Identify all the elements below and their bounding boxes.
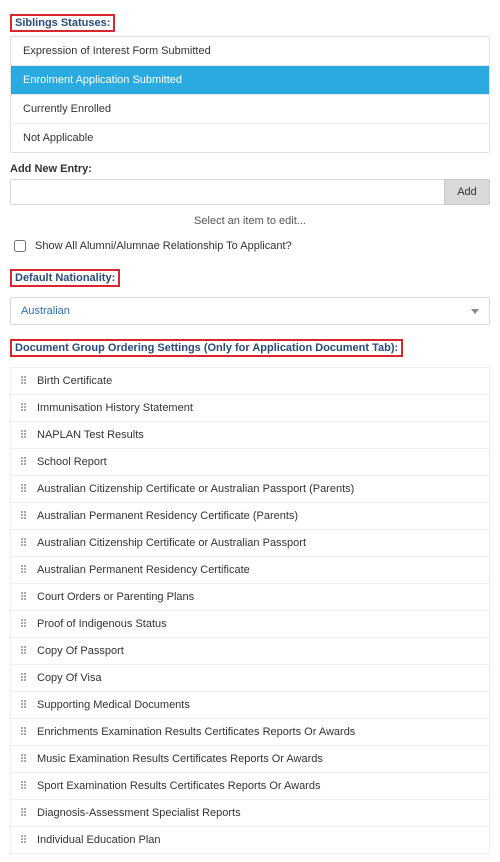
nationality-value: Australian	[21, 305, 70, 317]
document-label: Music Examination Results Certificates R…	[37, 753, 323, 765]
drag-handle-icon[interactable]	[21, 835, 27, 845]
edit-hint: Select an item to edit...	[10, 215, 490, 227]
drag-handle-icon[interactable]	[21, 727, 27, 737]
document-label: Australian Citizenship Certificate or Au…	[37, 537, 306, 549]
document-ordering-heading: Document Group Ordering Settings (Only f…	[10, 339, 403, 357]
drag-handle-icon[interactable]	[21, 592, 27, 602]
document-row[interactable]: Copy Of Visa	[10, 665, 490, 692]
document-label: Proof of Indigenous Status	[37, 618, 167, 630]
siblings-status-list: Expression of Interest Form SubmittedEnr…	[10, 36, 490, 153]
document-label: Sport Examination Results Certificates R…	[37, 780, 320, 792]
drag-handle-icon[interactable]	[21, 646, 27, 656]
drag-handle-icon[interactable]	[21, 376, 27, 386]
alumni-checkbox-label: Show All Alumni/Alumnae Relationship To …	[35, 240, 292, 252]
document-row[interactable]: Supporting Medical Documents	[10, 692, 490, 719]
document-label: Supporting Medical Documents	[37, 699, 190, 711]
document-label: School Report	[37, 456, 107, 468]
document-label: Australian Citizenship Certificate or Au…	[37, 483, 354, 495]
drag-handle-icon[interactable]	[21, 484, 27, 494]
document-row[interactable]: Enrichments Examination Results Certific…	[10, 719, 490, 746]
document-row[interactable]: Australian Permanent Residency Certifica…	[10, 557, 490, 584]
sibling-status-item[interactable]: Enrolment Application Submitted	[11, 66, 489, 95]
document-label: Immunisation History Statement	[37, 402, 193, 414]
alumni-checkbox[interactable]	[14, 240, 26, 252]
drag-handle-icon[interactable]	[21, 565, 27, 575]
document-row[interactable]: NAPLAN Test Results	[10, 422, 490, 449]
add-entry-input[interactable]	[10, 179, 444, 205]
document-label: Australian Permanent Residency Certifica…	[37, 564, 250, 576]
document-row[interactable]: Individual Education Plan	[10, 827, 490, 854]
document-label: Enrichments Examination Results Certific…	[37, 726, 355, 738]
document-row[interactable]: Sport Examination Results Certificates R…	[10, 773, 490, 800]
drag-handle-icon[interactable]	[21, 403, 27, 413]
drag-handle-icon[interactable]	[21, 781, 27, 791]
document-label: Copy Of Visa	[37, 672, 102, 684]
drag-handle-icon[interactable]	[21, 457, 27, 467]
drag-handle-icon[interactable]	[21, 538, 27, 548]
drag-handle-icon[interactable]	[21, 511, 27, 521]
document-row[interactable]: Diagnosis-Assessment Specialist Reports	[10, 800, 490, 827]
document-order-list: Birth Certificate Immunisation History St…	[10, 367, 490, 854]
nationality-select[interactable]: Australian	[10, 297, 490, 325]
drag-handle-icon[interactable]	[21, 808, 27, 818]
document-label: Court Orders or Parenting Plans	[37, 591, 194, 603]
sibling-status-item[interactable]: Expression of Interest Form Submitted	[11, 37, 489, 66]
add-entry-label: Add New Entry:	[10, 163, 490, 175]
drag-handle-icon[interactable]	[21, 700, 27, 710]
add-entry-button[interactable]: Add	[444, 179, 490, 205]
document-row[interactable]: Court Orders or Parenting Plans	[10, 584, 490, 611]
document-row[interactable]: Copy Of Passport	[10, 638, 490, 665]
chevron-down-icon	[471, 309, 479, 314]
sibling-status-item[interactable]: Currently Enrolled	[11, 95, 489, 124]
drag-handle-icon[interactable]	[21, 673, 27, 683]
document-row[interactable]: Australian Citizenship Certificate or Au…	[10, 476, 490, 503]
document-label: Diagnosis-Assessment Specialist Reports	[37, 807, 241, 819]
siblings-statuses-heading: Siblings Statuses:	[10, 14, 115, 32]
document-row[interactable]: School Report	[10, 449, 490, 476]
document-row[interactable]: Birth Certificate	[10, 367, 490, 395]
sibling-status-item[interactable]: Not Applicable	[11, 124, 489, 152]
drag-handle-icon[interactable]	[21, 754, 27, 764]
document-row[interactable]: Music Examination Results Certificates R…	[10, 746, 490, 773]
document-label: NAPLAN Test Results	[37, 429, 144, 441]
document-label: Copy Of Passport	[37, 645, 124, 657]
document-row[interactable]: Australian Citizenship Certificate or Au…	[10, 530, 490, 557]
document-label: Individual Education Plan	[37, 834, 161, 846]
document-row[interactable]: Australian Permanent Residency Certifica…	[10, 503, 490, 530]
document-row[interactable]: Proof of Indigenous Status	[10, 611, 490, 638]
alumni-checkbox-row[interactable]: Show All Alumni/Alumnae Relationship To …	[10, 237, 490, 255]
document-label: Birth Certificate	[37, 375, 112, 387]
add-entry-group: Add	[10, 179, 490, 205]
drag-handle-icon[interactable]	[21, 430, 27, 440]
drag-handle-icon[interactable]	[21, 619, 27, 629]
document-label: Australian Permanent Residency Certifica…	[37, 510, 298, 522]
document-row[interactable]: Immunisation History Statement	[10, 395, 490, 422]
default-nationality-heading: Default Nationality:	[10, 269, 120, 287]
